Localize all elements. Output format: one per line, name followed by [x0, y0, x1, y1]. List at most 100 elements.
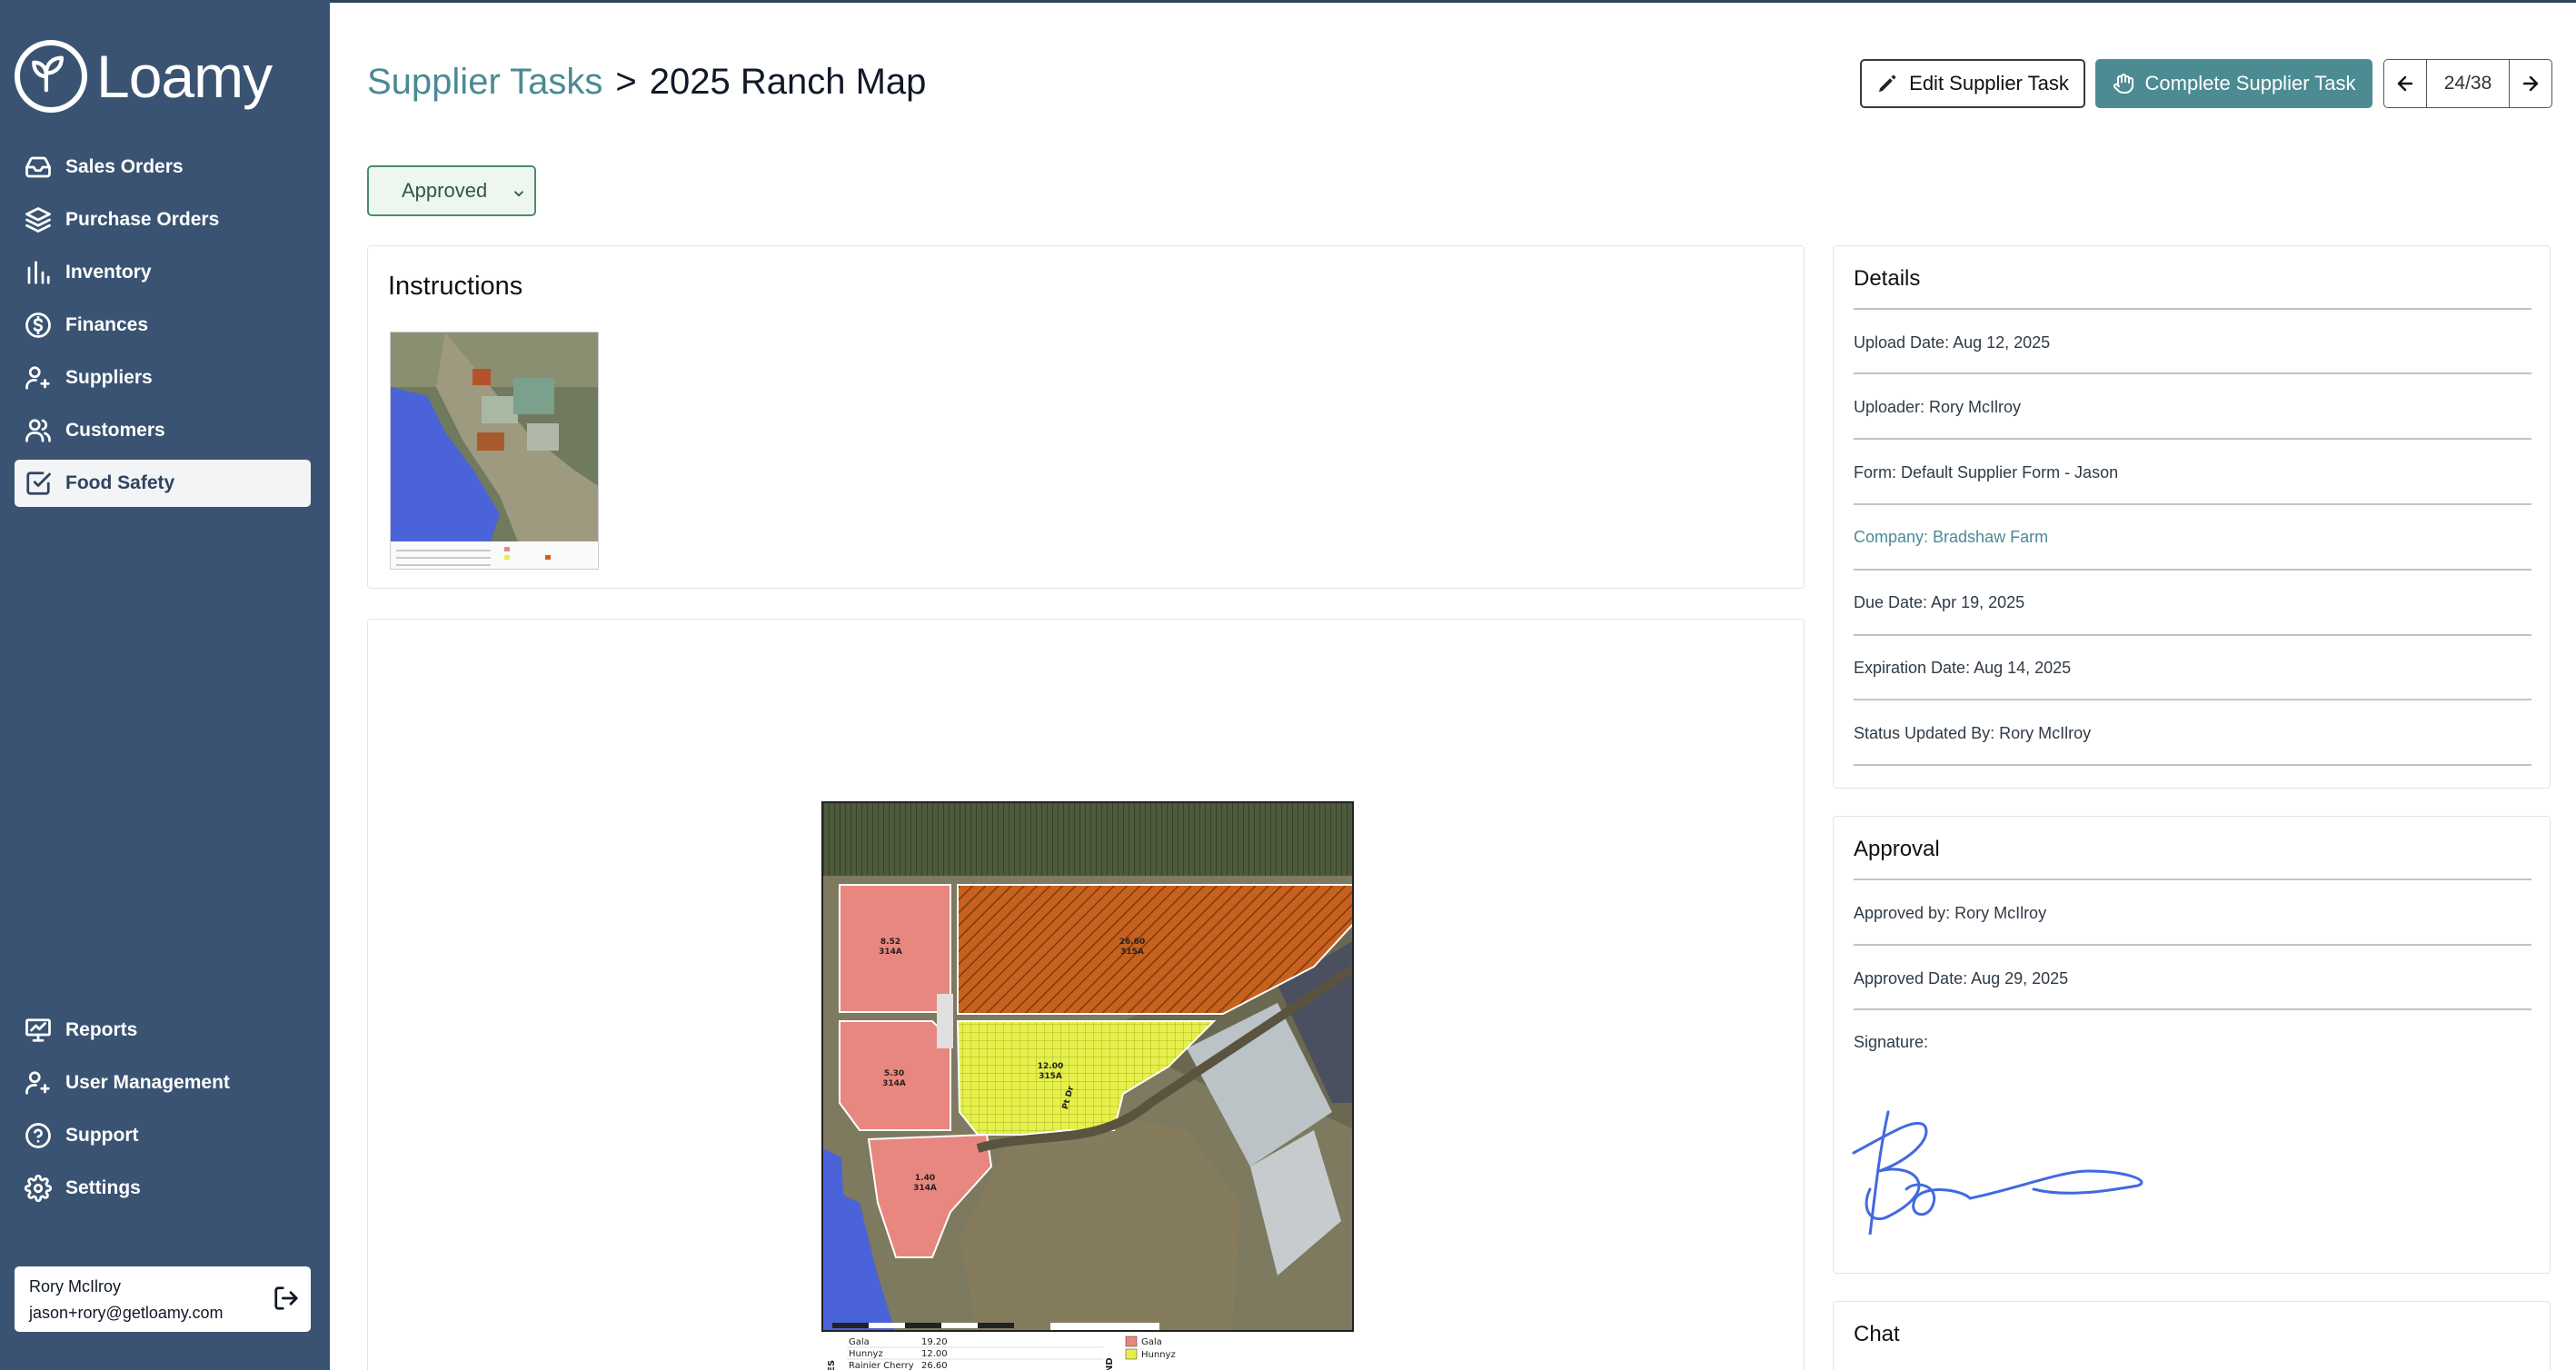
detail-expiration-date: Expiration Date: Aug 14, 2025: [1854, 659, 2072, 677]
logout-icon[interactable]: [273, 1285, 300, 1312]
pager-count: 24/38: [2426, 60, 2510, 107]
sidebar-item-customers[interactable]: Customers: [15, 407, 311, 454]
sidebar-item-purchase-orders[interactable]: Purchase Orders: [15, 196, 311, 243]
breadcrumb-supplier-tasks[interactable]: Supplier Tasks: [367, 62, 602, 103]
sidebar-item-label: Food Safety: [65, 472, 175, 493]
hand-icon: [2113, 74, 2133, 94]
detail-status-updated-by: Status Updated By: Rory McIlroy: [1854, 724, 2092, 742]
detail-due-date: Due Date: Apr 19, 2025: [1854, 593, 2025, 611]
sidebar-item-label: Support: [65, 1125, 139, 1146]
detail-company-link[interactable]: Company: Bradshaw Farm: [1854, 528, 2531, 547]
dollar-circle-icon: [22, 309, 55, 342]
legend-row-name: Hunnyz: [849, 1349, 883, 1359]
detail-form: Form: Default Supplier Form - Jason: [1854, 463, 2119, 481]
brand-logo[interactable]: Loamy: [15, 40, 273, 113]
chat-title: Chat: [1854, 1322, 1900, 1346]
map-label: 314A: [882, 1079, 906, 1088]
sidebar-item-reports[interactable]: Reports: [15, 1007, 311, 1054]
sidebar-item-support[interactable]: Support: [15, 1112, 311, 1159]
divider: [1854, 699, 2531, 700]
legend-heading: CRES: [827, 1360, 837, 1370]
sidebar-item-sales-orders[interactable]: Sales Orders: [15, 144, 311, 191]
previous-task-button[interactable]: [2384, 60, 2426, 107]
legend-heading: GEND: [1105, 1357, 1115, 1370]
user-card: Rory McIlroy jason+rory@getloamy.com: [15, 1266, 311, 1332]
sidebar-item-label: Reports: [65, 1019, 138, 1040]
complete-supplier-task-button[interactable]: Complete Supplier Task: [2095, 59, 2372, 108]
sidebar: Loamy Sales Orders Purchase Orders Inven…: [0, 0, 330, 1370]
sidebar-item-label: Purchase Orders: [65, 209, 220, 230]
complete-supplier-task-label: Complete Supplier Task: [2144, 72, 2356, 94]
detail-uploader: Uploader: Rory McIlroy: [1854, 398, 2022, 416]
chevron-down-icon: [511, 184, 527, 200]
map-label: 314A: [913, 1184, 937, 1193]
approval-panel: Approval Approved by: Rory McIlroy Appro…: [1833, 816, 2551, 1274]
divider: [1854, 308, 2531, 310]
document-viewer: 8.52 314A 26.60 315A 5.30 314A 12.00 315…: [367, 619, 1805, 1370]
help-circle-icon: [22, 1119, 55, 1152]
map-label: 26.60: [1119, 938, 1145, 947]
sidebar-item-label: Customers: [65, 420, 165, 441]
sidebar-item-settings[interactable]: Settings: [15, 1165, 311, 1212]
sidebar-item-inventory[interactable]: Inventory: [15, 249, 311, 296]
instructions-attachment-thumbnail[interactable]: [390, 332, 599, 570]
divider: [1854, 372, 2531, 374]
edit-supplier-task-button[interactable]: Edit Supplier Task: [1860, 59, 2085, 108]
sidebar-item-label: Inventory: [65, 262, 152, 283]
bar-chart-icon: [22, 256, 55, 289]
map-legend: CRES Gala 19.20 Hunnyz 12.00 Rainier Che…: [821, 1332, 1354, 1370]
user-add-icon: [22, 1067, 55, 1099]
divider: [1854, 879, 2531, 880]
top-border: [330, 0, 2576, 3]
ranch-map-image[interactable]: 8.52 314A 26.60 315A 5.30 314A 12.00 315…: [821, 801, 1354, 1332]
details-title: Details: [1854, 266, 1921, 291]
sidebar-bottom-nav: Reports User Management Support Settings: [15, 1007, 311, 1217]
sidebar-item-finances[interactable]: Finances: [15, 302, 311, 349]
sidebar-item-label: Sales Orders: [65, 156, 184, 177]
sidebar-item-food-safety[interactable]: Food Safety: [15, 460, 311, 507]
approval-title: Approval: [1854, 837, 1940, 861]
approval-signature-label: Signature:: [1854, 1033, 1929, 1051]
legend-row-acres: 26.60: [921, 1361, 948, 1370]
check-square-icon: [22, 467, 55, 500]
instructions-panel: Instructions: [367, 245, 1805, 589]
divider: [1854, 1008, 2531, 1010]
legend-swatch: [1125, 1348, 1138, 1360]
breadcrumb: Supplier Tasks > 2025 Ranch Map: [367, 62, 926, 103]
sidebar-item-user-management[interactable]: User Management: [15, 1059, 311, 1107]
breadcrumb-separator: >: [615, 62, 637, 102]
signature-image: [1852, 1098, 2161, 1236]
divider: [1854, 438, 2531, 440]
user-name: Rory McIlroy: [29, 1277, 122, 1296]
brand-name: Loamy: [96, 43, 273, 110]
map-label: 314A: [879, 948, 902, 957]
sidebar-item-label: Settings: [65, 1177, 141, 1198]
chat-panel: Chat: [1833, 1301, 2551, 1370]
approval-approved-date: Approved Date: Aug 29, 2025: [1854, 969, 2069, 988]
map-label: 315A: [1039, 1072, 1062, 1081]
legend-row-name: Rainier Cherry: [849, 1361, 914, 1370]
sidebar-item-suppliers[interactable]: Suppliers: [15, 354, 311, 402]
approval-approved-by: Approved by: Rory McIlroy: [1854, 904, 2047, 922]
divider: [1854, 764, 2531, 766]
status-select[interactable]: Approved: [367, 165, 536, 216]
layers-icon: [22, 204, 55, 236]
arrow-right-icon: [2522, 75, 2539, 92]
page-title: 2025 Ranch Map: [649, 62, 927, 102]
instructions-title: Instructions: [388, 272, 523, 301]
map-label: 12.00: [1038, 1062, 1063, 1071]
divider: [1854, 634, 2531, 636]
next-task-button[interactable]: [2510, 60, 2551, 107]
legend-row-acres: 12.00: [921, 1349, 948, 1359]
sidebar-item-label: User Management: [65, 1072, 230, 1093]
divider: [1854, 569, 2531, 571]
pencil-icon: [1879, 74, 1896, 92]
status-selected-value: Approved: [402, 179, 488, 202]
arrow-left-icon: [2397, 75, 2413, 92]
user-email: jason+rory@getloamy.com: [29, 1304, 224, 1322]
legend-swatch-label: Gala: [1141, 1337, 1162, 1347]
presentation-icon: [22, 1014, 55, 1047]
sidebar-item-label: Finances: [65, 314, 149, 335]
details-panel: Details Upload Date: Aug 12, 2025 Upload…: [1833, 245, 2551, 789]
inbox-icon: [22, 151, 55, 184]
